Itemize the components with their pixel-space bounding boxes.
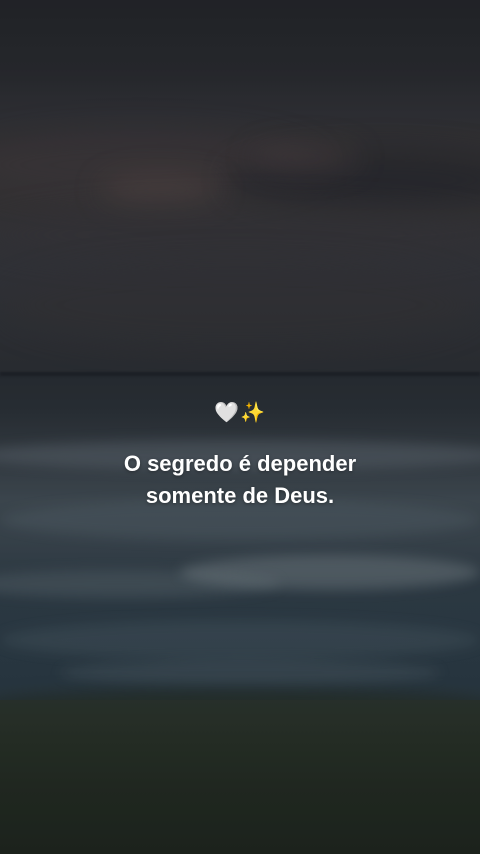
video-frame: 🤍✨ O segredo é depender somente de Deus. bbox=[0, 0, 480, 854]
emoji-row: 🤍✨ bbox=[0, 400, 480, 426]
quote-line-1: O segredo é depender bbox=[123, 451, 357, 476]
quote-line-2: somente de Deus. bbox=[145, 483, 335, 508]
caption: 🤍✨ O segredo é depender somente de Deus. bbox=[0, 400, 480, 512]
quote-text: O segredo é depender somente de Deus. bbox=[0, 448, 480, 512]
sparkles-icon: ✨ bbox=[240, 402, 266, 424]
white-heart-icon: 🤍 bbox=[214, 402, 240, 424]
